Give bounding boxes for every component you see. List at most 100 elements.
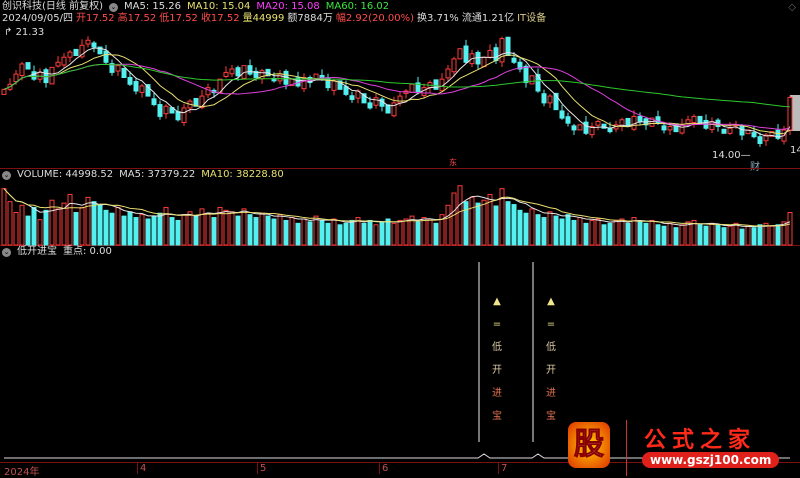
candle-down [637,115,643,122]
candle-up [1,88,7,95]
candle-down [349,95,355,100]
volume-bar [307,221,313,246]
volume-bar [571,219,577,246]
volume-bar [265,215,271,246]
logo-divider [626,420,627,476]
candle-down [25,62,31,70]
volume-bar [553,215,559,246]
candle-down [121,67,127,78]
volume-bar [493,205,499,246]
candle-up [451,58,457,73]
candle-down [385,104,391,114]
candle-down [157,104,163,117]
volume-bar [433,222,439,246]
volume-bar [739,228,745,246]
candle-down [91,42,97,48]
candle-up [115,65,121,72]
volume-bar [655,224,661,246]
volume-bar [577,217,583,246]
candle-up [445,68,451,79]
volume-bar [613,219,619,246]
volume-bar [211,217,217,246]
candle-up [685,119,691,125]
candle-down [151,98,157,106]
candle-down [523,65,529,84]
volume-bar [43,209,49,246]
volume-bar [787,212,793,246]
volume-bar [463,201,469,246]
volume-bar [271,218,277,246]
signal-char: 进 [546,388,556,399]
candle-down [247,65,253,75]
volume-bar [127,211,133,246]
candle-up [679,124,685,134]
candle-up [547,95,553,104]
volume-bar [157,212,163,246]
volume-bar [313,215,319,246]
volume-bar [343,222,349,246]
volume-bar [247,214,253,246]
volume-bar [1,188,7,246]
volume-bar [163,206,169,246]
candle-up [457,48,463,60]
volume-bar [109,212,115,246]
volume-bar [259,212,265,246]
volume-bar [19,204,25,246]
candle-up [487,49,493,58]
candle-up [529,75,535,85]
volume-bar [385,218,391,246]
candle-down [103,50,109,63]
volume-bar [415,221,421,246]
candle-up [595,120,601,126]
signal-char: 宝 [546,411,556,422]
candle-up [631,115,637,130]
candle-down [31,71,37,80]
volume-bar [709,222,715,246]
signal-char: ▲ [547,296,555,307]
candle-down [235,67,241,77]
volume-bar [523,212,529,246]
candle-down [721,128,727,134]
logo-url[interactable]: www.gszj100.com [642,452,780,468]
candle-down [367,102,373,109]
volume-bar [193,215,199,246]
signal-label: ▲ = 低开进宝 [489,290,505,428]
candle-down [133,81,139,92]
candle-up [223,71,229,77]
volume-bar [589,219,595,246]
volume-bar [133,217,139,246]
candle-up [397,95,403,104]
candle-up [499,38,505,63]
volume-bar [103,209,109,246]
volume-bar [595,218,601,246]
candle-up [331,80,337,91]
candle-up [259,70,265,80]
volume-bar [169,217,175,246]
candle-up [61,56,67,66]
volume-bar [745,225,751,246]
stock-chart[interactable] [0,0,800,476]
volume-bar [529,208,535,246]
logo-name: 公式之家 [644,427,757,453]
signal-label: ▲ = 低开进宝 [543,290,559,428]
volume-bar [715,224,721,246]
volume-bar [535,214,541,246]
volume-bar [475,202,481,246]
volume-bar [37,219,43,246]
candle-down [571,125,577,131]
candle-down [583,121,589,134]
volume-bar [469,196,475,246]
candle-down [697,115,703,124]
volume-bar [115,206,121,246]
volume-bar [733,222,739,246]
volume-bar [325,222,331,246]
volume-bar [61,202,67,246]
candle-down [739,125,745,136]
candle-up [373,97,379,106]
candle-down [757,136,763,144]
volume-bar [289,217,295,246]
signal-char: 开 [546,365,556,376]
volume-bar [769,225,775,246]
volume-bar [55,208,61,246]
volume-bar [727,225,733,246]
